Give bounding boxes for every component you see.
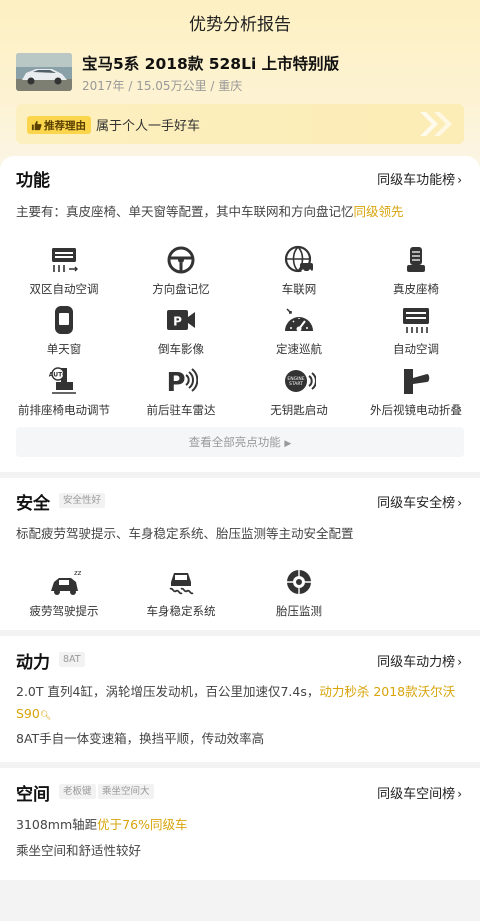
safety-ranking-link[interactable]: 同级车安全榜 › <box>377 492 462 511</box>
car-meta: 2017年 / 15.05万公里 / 重庆 <box>82 79 243 93</box>
power-description-2: 8AT手自一体变速箱，换挡平顺，传动效率高 <box>16 731 265 746</box>
car-thumbnail[interactable] <box>16 53 72 91</box>
power-tag: 8AT <box>59 652 85 667</box>
view-all-features-button[interactable]: 查看全部亮点功能 ▶ <box>16 427 464 457</box>
fatigue-alert-icon: zz <box>51 569 81 595</box>
thumbs-up-icon <box>31 120 42 130</box>
feature-item-cruise-control[interactable]: 定速巡航 <box>239 305 359 357</box>
svg-text:zz: zz <box>74 569 81 577</box>
feature-label: 车联网 <box>281 282 317 296</box>
feature-label: 外后视镜电动折叠 <box>370 403 462 417</box>
page-title: 优势分析报告 <box>189 15 291 35</box>
feature-item-auto-ac[interactable]: 自动空调 <box>356 305 476 357</box>
recommend-reason-text: 属于个人一手好车 <box>96 119 201 134</box>
feature-label: 无钥匙启动 <box>270 403 328 417</box>
power-desc-text: 2.0T 直列4缸，涡轮增压发动机，百公里加速仅7.4s， <box>16 684 320 699</box>
features-ranking-link-label: 同级车功能榜 <box>377 173 456 188</box>
chevron-right-icon: › <box>457 655 462 669</box>
features-title: 功能 <box>16 171 50 191</box>
recommend-reason-bar: 推荐理由 属于个人一手好车 <box>16 104 464 144</box>
space-tag-boss-key: 老板键 <box>59 784 96 799</box>
safety-tag: 安全性好 <box>59 493 106 508</box>
leather-seat-icon <box>407 247 425 272</box>
power-title: 动力 <box>16 653 50 673</box>
search-icon: 🔍︎ <box>39 711 52 721</box>
space-ranking-link[interactable]: 同级车空间榜 › <box>377 783 462 802</box>
sunroof-icon <box>55 306 73 334</box>
power-description-1: 2.0T 直列4缸，涡轮增压发动机，百公里加速仅7.4s，动力秒杀 2018款沃… <box>16 681 462 727</box>
feature-label: 胎压监测 <box>276 604 322 618</box>
safety-item-fatigue-alert[interactable]: zz 疲劳驾驶提示 <box>4 567 124 619</box>
space-description-2: 乘坐空间和舒适性较好 <box>16 843 142 858</box>
safety-item-stability-control[interactable]: 车身稳定系统 <box>121 567 241 619</box>
safety-card: 安全 安全性好 同级车安全榜 › 标配疲劳驾驶提示、车身稳定系统、胎压监测等主动安… <box>0 478 480 630</box>
safety-ranking-link-label: 同级车安全榜 <box>377 496 456 511</box>
features-desc-highlight: 同级领先 <box>353 204 404 219</box>
car-name: 宝马5系 2018款 528Li 上市特别版 <box>82 55 340 73</box>
feature-label: 自动空调 <box>393 342 439 356</box>
svg-text:START: START <box>289 381 303 387</box>
space-ranking-link-label: 同级车空间榜 <box>377 787 456 802</box>
safety-item-tire-pressure[interactable]: 胎压监测 <box>239 567 359 619</box>
parking-radar-icon: P <box>166 368 198 396</box>
feature-label: 前排座椅电动调节 <box>18 403 110 417</box>
connected-car-icon <box>284 245 313 273</box>
feature-item-connected-car[interactable]: 车联网 <box>239 245 359 297</box>
feature-item-leather-seat[interactable]: 真皮座椅 <box>356 245 476 297</box>
feature-label: 真皮座椅 <box>393 282 439 296</box>
reverse-camera-icon: P <box>167 310 195 330</box>
space-card: 空间 老板键 乘坐空间大 同级车空间榜 › 3108mm轴距优于76%同级车 乘坐… <box>0 768 480 880</box>
svg-text:P: P <box>173 315 182 329</box>
recommend-tag: 推荐理由 <box>27 116 91 134</box>
space-tag-roomy: 乘坐空间大 <box>98 784 154 799</box>
auto-ac-icon <box>403 308 429 333</box>
feature-label: 疲劳驾驶提示 <box>29 604 99 618</box>
feature-label: 定速巡航 <box>276 342 322 356</box>
power-card: 动力 8AT 同级车动力榜 › 2.0T 直列4缸，涡轮增压发动机，百公里加速仅7… <box>0 636 480 762</box>
power-ranking-link[interactable]: 同级车动力榜 › <box>377 651 462 670</box>
feature-item-power-front-seats[interactable]: AUTO 前排座椅电动调节 <box>4 366 124 418</box>
feature-item-mirror-fold[interactable]: 外后视镜电动折叠 <box>356 366 476 418</box>
stability-control-icon <box>169 573 194 595</box>
feature-label: 倒车影像 <box>158 342 204 356</box>
feature-label: 双区自动空调 <box>29 282 99 296</box>
space-title: 空间 <box>16 785 50 805</box>
feature-label: 前后驻车雷达 <box>146 403 216 417</box>
tire-pressure-icon <box>287 570 311 594</box>
view-all-features-label: 查看全部亮点功能 <box>188 435 281 449</box>
feature-item-sunroof[interactable]: 单天窗 <box>4 305 124 357</box>
feature-item-keyless-start[interactable]: ENGINE START 无钥匙启动 <box>239 366 359 418</box>
cruise-control-icon <box>285 308 313 332</box>
decorative-chevrons-icon <box>420 112 452 136</box>
svg-text:P: P <box>166 368 185 396</box>
feature-label: 方向盘记忆 <box>152 282 210 296</box>
chevron-right-icon: › <box>457 496 462 510</box>
features-description: 主要有：真皮座椅、单天窗等配置，其中车联网和方向盘记忆同级领先 <box>16 201 468 223</box>
chevron-right-icon: › <box>457 173 462 187</box>
features-desc-text: 主要有：真皮座椅、单天窗等配置，其中车联网和方向盘记忆 <box>16 204 354 219</box>
space-desc-text: 3108mm轴距 <box>16 817 98 832</box>
space-desc-highlight: 优于76%同级车 <box>97 817 188 832</box>
chevron-right-icon: › <box>457 787 462 801</box>
feature-item-dual-zone-ac[interactable]: 双区自动空调 <box>4 245 124 297</box>
recommend-tag-label: 推荐理由 <box>44 119 86 132</box>
mirror-fold-icon <box>404 369 430 394</box>
features-ranking-link[interactable]: 同级车功能榜 › <box>377 169 462 188</box>
feature-item-steering-memory[interactable]: 方向盘记忆 <box>121 245 241 297</box>
feature-item-parking-radar[interactable]: P 前后驻车雷达 <box>121 366 241 418</box>
keyless-start-icon: ENGINE START <box>285 370 316 392</box>
power-ranking-link-label: 同级车动力榜 <box>377 655 456 670</box>
svg-text:AUTO: AUTO <box>49 372 68 379</box>
safety-description: 标配疲劳驾驶提示、车身稳定系统、胎压监测等主动安全配置 <box>16 526 354 541</box>
dual-zone-ac-icon <box>52 248 78 272</box>
features-card: 功能 同级车功能榜 › 主要有：真皮座椅、单天窗等配置，其中车联网和方向盘记忆同级… <box>0 156 480 472</box>
safety-title: 安全 <box>16 494 50 514</box>
power-seat-icon: AUTO <box>49 367 76 394</box>
caret-right-icon: ▶ <box>284 439 292 449</box>
steering-wheel-icon <box>167 246 195 274</box>
feature-item-reverse-camera[interactable]: P 倒车影像 <box>121 305 241 357</box>
feature-label: 车身稳定系统 <box>146 604 216 618</box>
feature-label: 单天窗 <box>46 342 82 356</box>
space-description-1: 3108mm轴距优于76%同级车 <box>16 814 468 836</box>
